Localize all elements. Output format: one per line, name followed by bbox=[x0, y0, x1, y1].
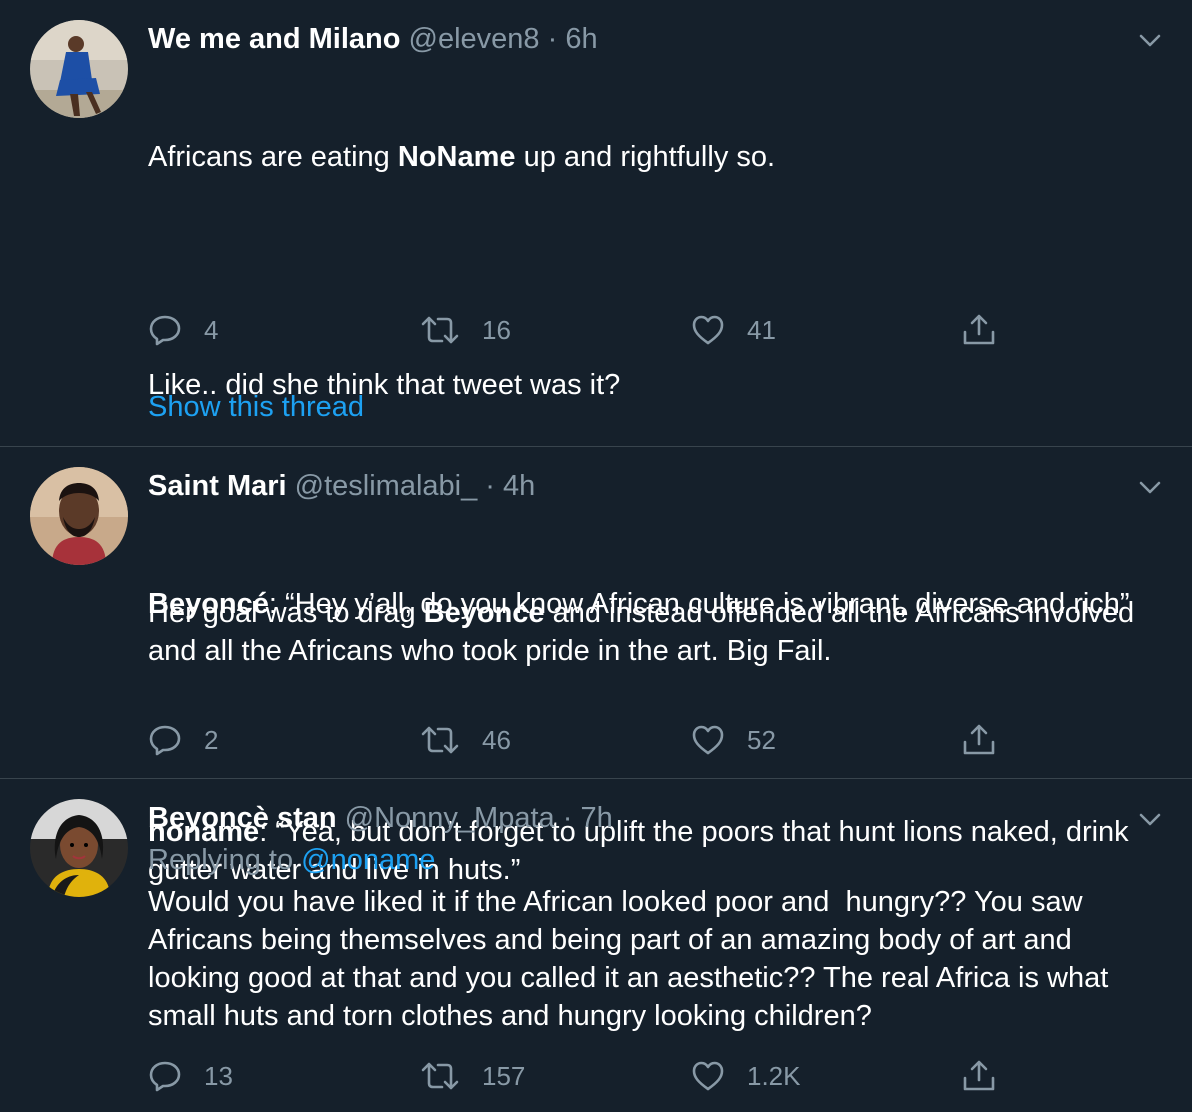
avatar[interactable] bbox=[30, 799, 128, 897]
mention-link[interactable]: @noname bbox=[301, 844, 435, 876]
retweet-button[interactable]: 46 bbox=[420, 720, 511, 760]
tweet-header: Saint Mari @teslimalabi_ · 4h bbox=[148, 467, 1152, 505]
user-handle[interactable]: @Nonny_Mpata bbox=[345, 802, 555, 834]
tweet-actions: 13 157 1.2K bbox=[148, 1056, 1008, 1096]
retweet-icon bbox=[421, 726, 459, 754]
tweet-text: Would you have liked it if the African l… bbox=[148, 886, 1117, 1032]
text-run-bold: Beyoncé bbox=[148, 588, 269, 620]
separator: · bbox=[562, 802, 573, 834]
retweet-icon bbox=[421, 1062, 459, 1090]
timestamp[interactable]: 4h bbox=[503, 470, 535, 502]
retweet-count: 46 bbox=[482, 724, 511, 755]
replying-to-label: Replying to bbox=[148, 844, 302, 876]
tweet-actions: 4 16 41 bbox=[148, 310, 1008, 350]
display-name[interactable]: Beyoncè stan bbox=[148, 802, 337, 834]
retweet-button[interactable]: 16 bbox=[420, 310, 511, 350]
share-icon bbox=[963, 724, 995, 755]
like-button[interactable]: 41 bbox=[691, 310, 776, 350]
like-button[interactable]: 1.2K bbox=[691, 1056, 801, 1096]
replying-to: Replying to @noname bbox=[148, 841, 1152, 879]
like-count: 1.2K bbox=[747, 1060, 801, 1091]
chevron-down-icon[interactable] bbox=[1136, 805, 1164, 833]
avatar[interactable] bbox=[30, 467, 128, 565]
display-name[interactable]: We me and Milano bbox=[148, 23, 400, 55]
timestamp[interactable]: 6h bbox=[565, 23, 597, 55]
share-button[interactable] bbox=[961, 720, 997, 760]
text-run: : “Hey y’all, do you know African cultur… bbox=[268, 588, 1130, 620]
reply-button[interactable]: 4 bbox=[148, 310, 218, 350]
share-button[interactable] bbox=[961, 310, 997, 350]
text-run-bold: NoName bbox=[397, 141, 516, 173]
tweet[interactable]: We me and Milano @eleven8 · 6h Africans … bbox=[0, 0, 1192, 667]
user-handle[interactable]: @eleven8 bbox=[409, 23, 540, 55]
separator: · bbox=[485, 470, 495, 502]
retweet-count: 16 bbox=[482, 314, 511, 345]
tweet[interactable]: Saint Mari @teslimalabi_ · 4h Beyoncé: “… bbox=[0, 447, 1192, 886]
text-run: Africans are eating bbox=[148, 141, 398, 173]
like-icon bbox=[692, 1061, 724, 1091]
like-count: 41 bbox=[747, 314, 776, 345]
chevron-down-icon[interactable] bbox=[1136, 26, 1164, 54]
tweet-actions: 2 46 52 bbox=[148, 720, 1008, 760]
tweet-header: Beyoncè stan @Nonny_Mpata · 7h bbox=[148, 799, 1152, 837]
reply-icon bbox=[149, 1061, 181, 1092]
reply-icon bbox=[149, 315, 181, 346]
share-button[interactable] bbox=[961, 1056, 997, 1096]
chevron-down-icon[interactable] bbox=[1136, 473, 1164, 501]
reply-count: 13 bbox=[204, 1060, 233, 1091]
retweet-icon bbox=[421, 316, 459, 344]
like-count: 52 bbox=[747, 724, 776, 755]
share-icon bbox=[963, 314, 995, 345]
share-icon bbox=[963, 1060, 995, 1091]
retweet-button[interactable]: 157 bbox=[420, 1056, 525, 1096]
show-thread-link[interactable]: Show this thread bbox=[148, 388, 364, 426]
display-name[interactable]: Saint Mari bbox=[148, 470, 287, 502]
like-button[interactable]: 52 bbox=[691, 720, 776, 760]
reply-icon bbox=[149, 725, 181, 756]
reply-button[interactable]: 2 bbox=[148, 720, 218, 760]
tweet-paragraph: Africans are eating NoName up and rightf… bbox=[148, 138, 1152, 176]
reply-count: 4 bbox=[204, 314, 219, 345]
user-handle[interactable]: @teslimalabi_ bbox=[295, 470, 478, 502]
like-icon bbox=[692, 315, 724, 345]
tweet-header: We me and Milano @eleven8 · 6h bbox=[148, 20, 1152, 58]
tweet-paragraph: Beyoncé: “Hey y’all, do you know African… bbox=[148, 585, 1152, 623]
avatar[interactable] bbox=[30, 20, 128, 118]
separator: · bbox=[547, 23, 558, 55]
retweet-count: 157 bbox=[482, 1060, 526, 1091]
like-icon bbox=[692, 725, 724, 755]
reply-button[interactable]: 13 bbox=[148, 1056, 233, 1096]
tweet[interactable]: Beyoncè stan @Nonny_Mpata · 7h Replying … bbox=[0, 779, 1192, 1112]
reply-count: 2 bbox=[204, 724, 219, 755]
text-run: up and rightfully so. bbox=[515, 141, 776, 173]
timestamp[interactable]: 7h bbox=[580, 802, 612, 834]
